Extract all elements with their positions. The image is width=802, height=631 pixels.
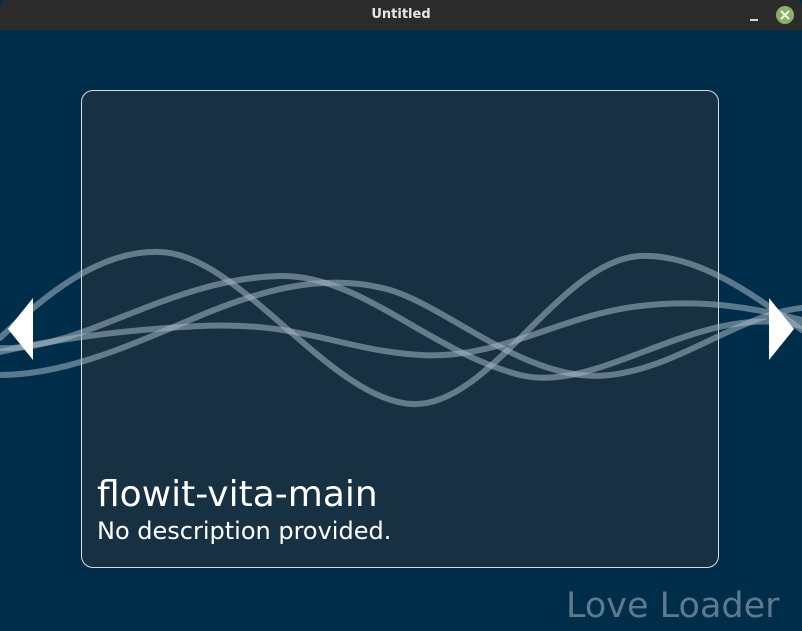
- triangle-left-icon: [8, 298, 33, 360]
- loader-screen: flowit-vita-main No description provided…: [0, 30, 802, 631]
- previous-project-button[interactable]: [8, 298, 34, 360]
- next-project-button[interactable]: [768, 298, 794, 360]
- love-loader-logo: Love Loader: [566, 586, 780, 626]
- minimize-button[interactable]: [744, 5, 764, 25]
- title-bar[interactable]: Untitled: [0, 0, 802, 30]
- close-button[interactable]: [776, 6, 794, 24]
- triangle-right-icon: [769, 298, 794, 360]
- project-name: flowit-vita-main: [97, 474, 378, 515]
- project-description: No description provided.: [97, 517, 392, 545]
- app-window: Untitled flowit-vita-main No description…: [0, 0, 802, 631]
- close-icon: [780, 10, 790, 20]
- window-title: Untitled: [371, 7, 431, 22]
